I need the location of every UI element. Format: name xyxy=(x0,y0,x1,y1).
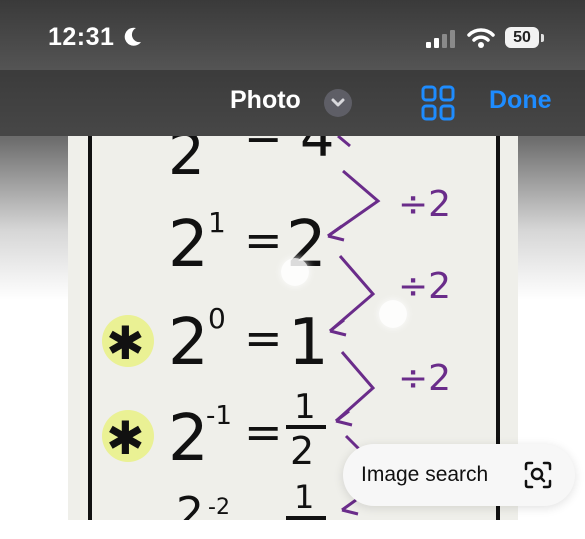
svg-text:÷2: ÷2 xyxy=(398,184,451,225)
chevron-down-icon[interactable] xyxy=(324,89,352,117)
svg-text:1: 1 xyxy=(288,306,329,380)
svg-text:2: 2 xyxy=(168,208,209,282)
svg-text:1: 1 xyxy=(208,206,226,239)
page-title[interactable]: Photo xyxy=(230,86,301,115)
svg-text:=: = xyxy=(244,213,283,267)
signal-icon xyxy=(426,30,455,48)
svg-text:✱: ✱ xyxy=(106,316,145,370)
battery-tip xyxy=(541,34,544,42)
image-search-label: Image search xyxy=(361,463,489,486)
status-bar: 12:31 50 xyxy=(0,0,585,78)
equation-row: ✱ 2 0 = 1 xyxy=(102,302,329,380)
svg-text:1: 1 xyxy=(294,478,314,516)
svg-text:2: 2 xyxy=(176,488,204,520)
svg-text:-1: -1 xyxy=(206,401,232,431)
visual-search-icon xyxy=(524,461,552,489)
grid-icon[interactable] xyxy=(421,85,455,126)
svg-text:÷2: ÷2 xyxy=(398,266,451,307)
equation-row: ✱ 2 -1 = 1 2 xyxy=(102,387,326,476)
image-search-button[interactable]: Image search xyxy=(343,444,575,506)
battery-icon: 50 xyxy=(505,27,539,48)
moon-icon xyxy=(124,27,141,46)
wifi-icon xyxy=(467,28,495,48)
svg-text:=: = xyxy=(244,311,283,365)
svg-text:1: 1 xyxy=(294,387,316,427)
svg-text:2: 2 xyxy=(290,429,314,473)
live-text-dot[interactable] xyxy=(281,258,309,286)
clock-time: 12:31 xyxy=(48,23,115,51)
svg-text:✱: ✱ xyxy=(106,411,145,465)
svg-text:4: 4 xyxy=(300,136,334,169)
svg-text:2: 2 xyxy=(168,402,209,476)
svg-text:2: 2 xyxy=(168,136,205,188)
divide-labels: ÷2 ÷2 ÷2 ÷2 xyxy=(398,184,451,481)
done-button[interactable]: Done xyxy=(489,86,552,115)
equation-row: 2 = 4 xyxy=(168,136,334,188)
svg-text:=: = xyxy=(244,405,283,459)
svg-text:=: = xyxy=(244,136,283,161)
live-text-dot[interactable] xyxy=(379,300,407,328)
svg-text:2: 2 xyxy=(168,306,209,380)
equation-row: 2 -2 1 xyxy=(176,478,326,520)
svg-text:-2: -2 xyxy=(208,495,230,520)
svg-text:0: 0 xyxy=(208,302,226,335)
svg-text:÷2: ÷2 xyxy=(398,358,451,399)
